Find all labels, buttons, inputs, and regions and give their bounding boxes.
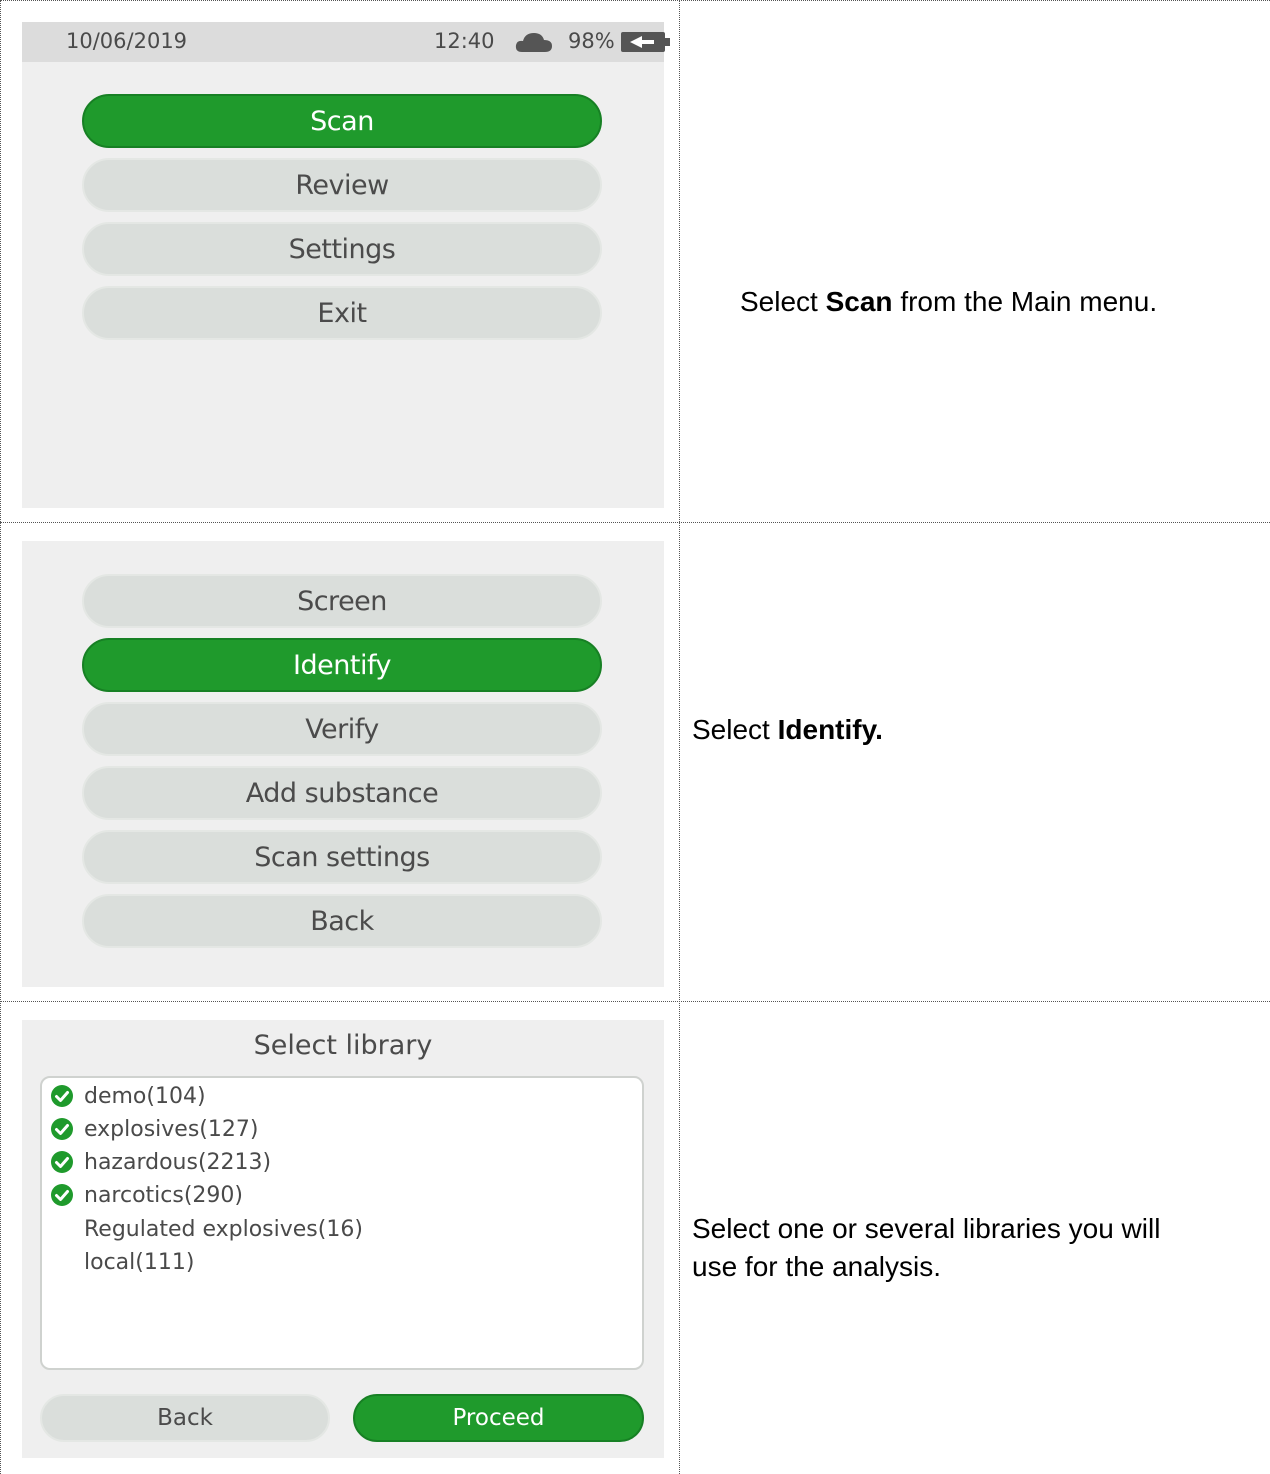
library-list: demo(104) explosives(127) hazardous(2213… — [40, 1076, 644, 1370]
status-bar: 10/06/2019 12:40 98% — [22, 22, 670, 62]
library-label: explosives(127) — [84, 1116, 259, 1142]
library-item-hazardous[interactable]: hazardous(2213) — [50, 1146, 271, 1178]
menu-add-substance-button[interactable]: Add substance — [82, 766, 602, 820]
menu-settings-button[interactable]: Settings — [82, 222, 602, 276]
library-back-button[interactable]: Back — [40, 1394, 330, 1442]
library-label: local(111) — [84, 1249, 195, 1275]
menu-back-label: Back — [310, 905, 374, 937]
menu-screen-button[interactable]: Screen — [82, 574, 602, 628]
select-library-title: Select library — [253, 1030, 433, 1061]
menu-back-button[interactable]: Back — [82, 894, 602, 948]
menu-exit-button[interactable]: Exit — [82, 286, 602, 340]
row-divider-2 — [0, 1001, 1270, 1002]
unchecked-spacer — [50, 1217, 74, 1241]
step1-instruction-bold: Scan — [825, 286, 893, 317]
proceed-label: Proceed — [452, 1405, 545, 1431]
step3-instruction-line1: Select one or several libraries you will — [692, 1213, 1161, 1244]
step1-instruction-prefix: Select — [740, 286, 826, 317]
status-time: 12:40 — [434, 29, 495, 53]
menu-scan-settings-button[interactable]: Scan settings — [82, 830, 602, 884]
proceed-button[interactable]: Proceed — [353, 1394, 644, 1442]
menu-add-substance-label: Add substance — [245, 777, 439, 809]
row-divider-1 — [0, 522, 1270, 523]
column-divider-left — [0, 0, 1, 1474]
status-date: 10/06/2019 — [66, 29, 188, 53]
column-divider-middle — [679, 0, 680, 1474]
check-circle-icon — [51, 1085, 73, 1107]
menu-verify-button[interactable]: Verify — [82, 702, 602, 756]
library-item-demo[interactable]: demo(104) — [50, 1080, 206, 1112]
menu-review-label: Review — [295, 169, 389, 201]
check-circle-icon — [51, 1118, 73, 1140]
menu-scan-settings-label: Scan settings — [254, 841, 430, 873]
library-item-narcotics[interactable]: narcotics(290) — [50, 1179, 243, 1211]
step2-instruction-bold: Identify. — [777, 714, 883, 745]
step3-instruction: Select one or several libraries you will… — [692, 1210, 1160, 1286]
step2-instruction: Select Identify. — [692, 711, 883, 749]
library-label: demo(104) — [84, 1083, 206, 1109]
library-item-regulated-explosives[interactable]: Regulated explosives(16) — [50, 1213, 363, 1245]
battery-percent: 98% — [568, 29, 615, 53]
menu-verify-label: Verify — [305, 713, 379, 745]
menu-scan-button[interactable]: Scan — [82, 94, 602, 148]
library-label: Regulated explosives(16) — [84, 1216, 363, 1242]
library-item-explosives[interactable]: explosives(127) — [50, 1113, 258, 1145]
unchecked-spacer — [50, 1250, 74, 1274]
menu-scan-label: Scan — [310, 105, 374, 137]
library-label: narcotics(290) — [84, 1182, 243, 1208]
menu-identify-button[interactable]: Identify — [82, 638, 602, 692]
menu-review-button[interactable]: Review — [82, 158, 602, 212]
row-divider-top — [0, 0, 1270, 1]
step1-instruction-suffix: from the Main menu. — [892, 286, 1158, 317]
menu-screen-label: Screen — [297, 585, 387, 617]
library-back-label: Back — [157, 1405, 213, 1431]
menu-settings-label: Settings — [288, 233, 396, 265]
step1-instruction: Select Scan from the Main menu. — [740, 283, 1157, 321]
check-circle-icon — [51, 1184, 73, 1206]
cloud-icon — [515, 33, 552, 52]
menu-identify-label: Identify — [293, 649, 391, 681]
step3-instruction-line2: use for the analysis. — [692, 1251, 942, 1282]
check-circle-icon — [51, 1151, 73, 1173]
step2-instruction-prefix: Select — [692, 714, 778, 745]
library-item-local[interactable]: local(111) — [50, 1246, 194, 1278]
battery-charging-icon — [621, 32, 670, 52]
menu-exit-label: Exit — [317, 297, 367, 329]
library-label: hazardous(2213) — [84, 1149, 272, 1175]
